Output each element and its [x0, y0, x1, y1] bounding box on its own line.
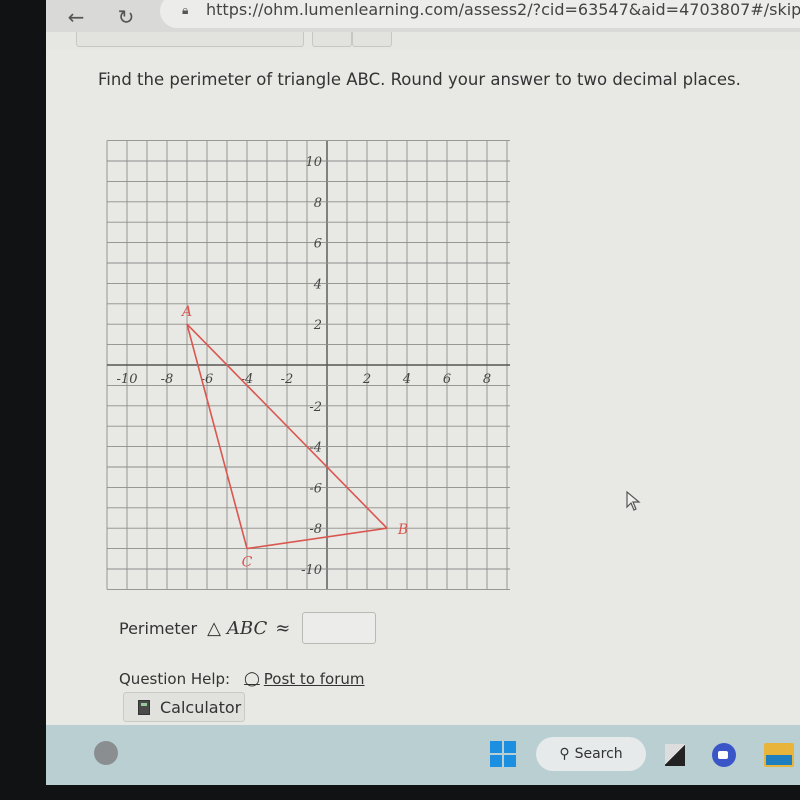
- file-explorer-icon[interactable]: [764, 743, 794, 767]
- arrow-left-icon: ←: [67, 5, 85, 29]
- windows-taskbar: ⚲ Search: [46, 725, 800, 785]
- page-nav-button[interactable]: [312, 32, 352, 47]
- page-nav-button[interactable]: [352, 32, 392, 47]
- triangle-expression: △ ABC ≈: [207, 618, 302, 639]
- question-page: Find the perimeter of triangle ABC. Roun…: [46, 50, 800, 725]
- x-tick-label: 6: [443, 372, 451, 387]
- triangle-name: ABC: [226, 617, 268, 639]
- mouse-cursor-icon: [626, 491, 641, 511]
- y-tick-label: -6: [309, 481, 322, 496]
- lock-icon: 🔒︎: [182, 3, 189, 17]
- post-to-forum-text: Post to forum: [263, 670, 365, 688]
- x-tick-label: -10: [117, 372, 138, 387]
- calculator-label: Calculator: [160, 697, 242, 717]
- reload-button[interactable]: ↻: [112, 4, 140, 30]
- y-tick-label: 10: [305, 155, 322, 170]
- task-view-icon[interactable]: [665, 744, 685, 766]
- laptop-screen: ← ↻ 🔒︎ https://ohm.lumenlearning.com/ass…: [46, 0, 800, 785]
- x-tick-label: -2: [281, 372, 294, 387]
- y-tick-label: -8: [309, 522, 322, 537]
- perimeter-answer-input[interactable]: [302, 612, 377, 644]
- y-tick-label: -4: [309, 441, 322, 456]
- x-tick-label: -8: [161, 372, 174, 387]
- url-text: https://ohm.lumenlearning.com/assess2/?c…: [206, 0, 800, 19]
- vertex-label-C: C: [242, 555, 253, 571]
- taskbar-search-label: Search: [574, 746, 623, 762]
- x-tick-label: 8: [483, 372, 491, 387]
- page-nav-box[interactable]: [76, 32, 304, 47]
- question-help: Question Help: ◯ Post to forum: [119, 670, 365, 688]
- perimeter-label: Perimeter: [119, 618, 198, 638]
- y-tick-label: 8: [314, 196, 322, 211]
- x-tick-label: 4: [402, 372, 411, 387]
- y-tick-label: 2: [313, 318, 322, 333]
- triangle-symbol: △: [207, 617, 221, 639]
- calculator-icon: [138, 699, 150, 715]
- browser-toolbar: ← ↻ 🔒︎ https://ohm.lumenlearning.com/ass…: [46, 0, 800, 32]
- speech-bubble-icon: ◯: [244, 671, 260, 687]
- y-tick-label: -10: [301, 563, 322, 578]
- question-text: Find the perimeter of triangle ABC. Roun…: [98, 70, 741, 89]
- reload-icon: ↻: [117, 5, 135, 29]
- post-to-forum-link[interactable]: ◯ Post to forum: [244, 670, 364, 688]
- taskbar-search-button[interactable]: ⚲ Search: [536, 737, 646, 771]
- approx-symbol: ≈: [275, 617, 291, 639]
- vertex-label-A: A: [180, 304, 192, 320]
- address-bar[interactable]: 🔒︎ https://ohm.lumenlearning.com/assess2…: [160, 0, 800, 28]
- windows-start-icon[interactable]: [490, 741, 516, 767]
- y-tick-label: 4: [313, 277, 322, 292]
- answer-row: Perimeter △ ABC ≈: [119, 610, 377, 646]
- search-icon: ⚲: [559, 746, 570, 762]
- question-help-label: Question Help:: [119, 670, 231, 688]
- coordinate-graph: -10-8-6-4-2246810108642-2-4-6-8-10ABC: [106, 140, 510, 590]
- widgets-icon[interactable]: [94, 741, 118, 765]
- x-tick-label: 2: [362, 372, 371, 387]
- vertex-label-B: B: [397, 522, 408, 538]
- y-tick-label: 6: [314, 237, 322, 252]
- y-tick-label: -2: [309, 400, 322, 415]
- triangle-side-CA: [186, 323, 248, 549]
- calculator-button[interactable]: Calculator: [123, 692, 245, 722]
- back-button[interactable]: ←: [62, 4, 90, 30]
- meet-app-icon[interactable]: [712, 743, 736, 767]
